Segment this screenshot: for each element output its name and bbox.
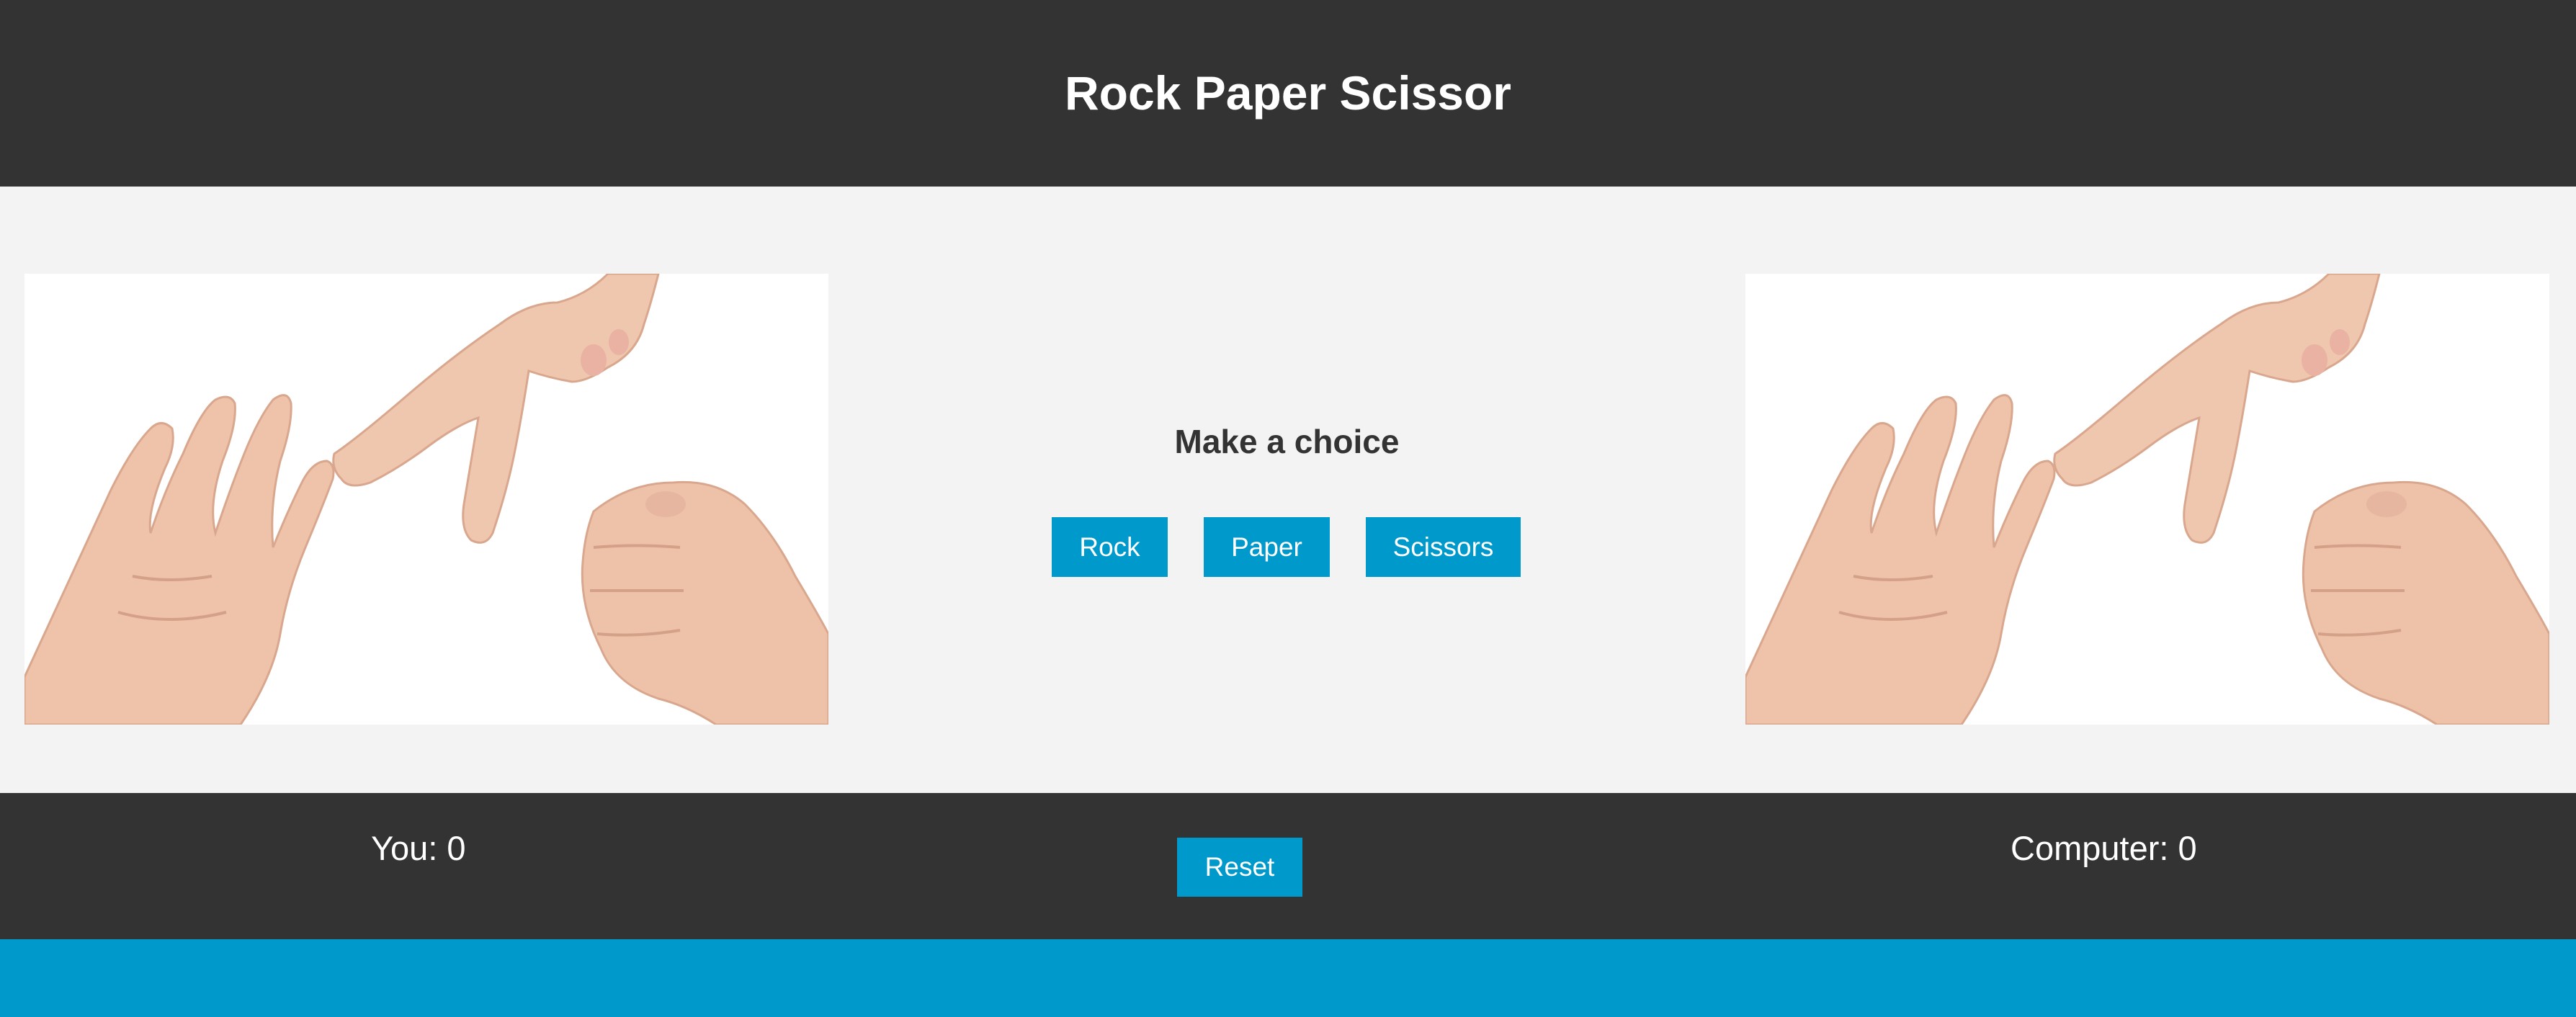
hands-rock-paper-scissors-image <box>1745 274 2549 725</box>
choice-panel: Make a choice Rock Paper Scissors <box>828 187 1745 793</box>
header-bar: Rock Paper Scissor <box>0 0 2576 187</box>
computer-choice-image <box>1745 274 2549 725</box>
player-score: You: 0 <box>371 829 466 867</box>
rock-button[interactable]: Rock <box>1052 517 1168 577</box>
choice-prompt: Make a choice <box>1174 423 1400 460</box>
scissors-button[interactable]: Scissors <box>1366 517 1521 577</box>
page-title: Rock Paper Scissor <box>1065 66 1511 120</box>
scoreboard: You: 0 Reset Computer: 0 <box>0 793 2576 939</box>
game-area: Make a choice Rock Paper Scissors <box>0 187 2576 793</box>
footer-bar <box>0 939 2576 1017</box>
hands-rock-paper-scissors-image <box>24 274 828 725</box>
app-window: Rock Paper Scissor Make a choice Rock Pa… <box>0 0 2576 1017</box>
player-choice-image <box>24 274 828 725</box>
paper-button[interactable]: Paper <box>1204 517 1330 577</box>
computer-score: Computer: 0 <box>2011 829 2197 867</box>
reset-button[interactable]: Reset <box>1177 838 1302 897</box>
